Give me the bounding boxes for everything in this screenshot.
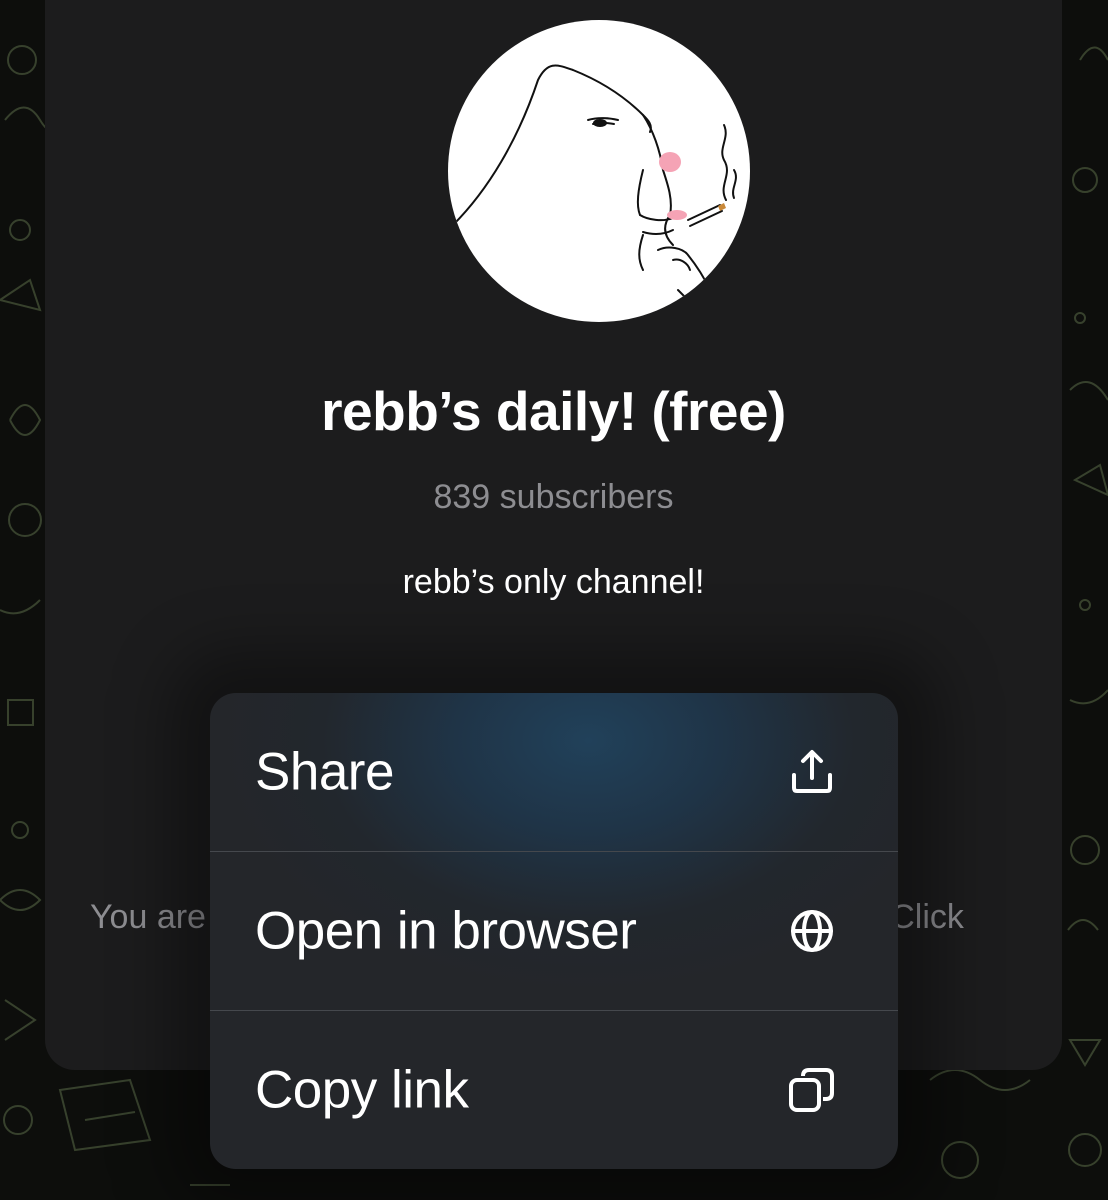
menu-item-label: Share — [255, 742, 394, 802]
menu-item-open-in-browser[interactable]: Open in browser — [210, 852, 898, 1010]
subscriber-count: 839 subscribers — [433, 478, 674, 516]
menu-item-label: Copy link — [255, 1060, 469, 1120]
globe-icon — [784, 903, 840, 959]
context-menu: Share Open in browser Copy link — [210, 693, 898, 1169]
channel-title: rebb’s daily! (free) — [321, 380, 786, 442]
copy-icon — [784, 1062, 840, 1118]
bird-smoking-illustration — [452, 64, 737, 322]
channel-avatar[interactable] — [448, 20, 750, 322]
menu-item-share[interactable]: Share — [210, 693, 898, 851]
share-icon — [784, 744, 840, 800]
menu-item-label: Open in browser — [255, 901, 637, 961]
channel-description: rebb’s only channel! — [402, 563, 705, 601]
screen: rebb’s daily! (free) 839 subscribers reb… — [0, 0, 1108, 1200]
menu-item-copy-link[interactable]: Copy link — [210, 1011, 898, 1169]
